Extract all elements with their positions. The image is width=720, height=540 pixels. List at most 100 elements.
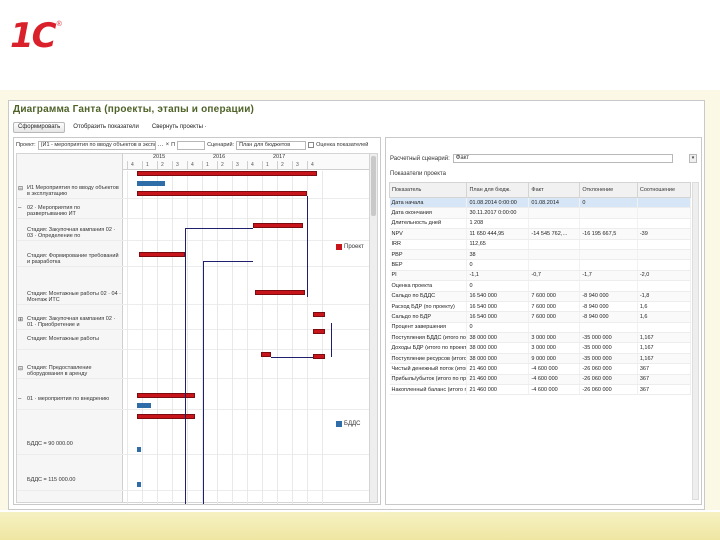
row-expand-toggle[interactable]: ⊞ (18, 316, 23, 323)
gantt-pane: Проект: (И1 - мероприятия по вводу объек… (13, 137, 381, 505)
table-row[interactable]: NPV 11 650 444,95 -14 545 762,… -16 195 667… (389, 228, 692, 240)
gantt-row-label[interactable]: И1 Мероприятия по вводу объектов в экспл… (27, 185, 121, 197)
table-cell: -0,7 (528, 270, 581, 282)
grid-line (232, 171, 233, 504)
calc-scenario-dropdown[interactable]: ▾ (689, 154, 697, 163)
gantt-bar[interactable] (137, 171, 317, 176)
table-row[interactable]: PBP 38 (389, 249, 692, 261)
table-row[interactable]: Процент завершения 0 (389, 322, 692, 334)
table-row[interactable]: Чистый денежный поток (итого…21 460 000-… (389, 363, 692, 375)
gantt-scrollbar[interactable] (369, 154, 377, 502)
table-cell: Сальдо по БДР (389, 311, 468, 323)
table-cell: -4 600 000 (528, 374, 581, 386)
collapse-projects-button[interactable]: Свернуть проекты · (147, 122, 212, 133)
project-field[interactable]: (И1 - мероприятия по вводу объектов в эк… (37, 140, 156, 150)
table-cell: NPV (389, 228, 468, 240)
scenario-label: Сценарий: (207, 142, 235, 148)
gantt-bar[interactable] (313, 329, 325, 334)
period-field[interactable] (177, 140, 206, 150)
table-row[interactable]: PI -1,1 -0,7 -1,7 -2,0 (389, 270, 692, 282)
gantt-bar[interactable] (261, 352, 271, 357)
bdds-bar[interactable] (137, 403, 151, 408)
gantt-row-label[interactable]: Стадия: Формирование требований и разраб… (27, 253, 121, 265)
gantt-bar[interactable] (313, 312, 325, 317)
gantt-bar[interactable] (137, 414, 195, 419)
scenario-field[interactable]: План для бюджетов (236, 140, 307, 150)
gantt-row-label[interactable]: БДДС = 115 000.00 (27, 477, 121, 483)
column-header[interactable]: Показатель (388, 182, 468, 198)
timeline-quarter: 2 (281, 162, 284, 168)
gantt-bar[interactable] (255, 290, 305, 295)
table-row[interactable]: Доходы БДР (итого по проекту) 38 000 000 3… (389, 342, 692, 354)
table-cell: 16 540 000 (466, 311, 530, 323)
row-expand-toggle[interactable]: ⊟ (18, 185, 23, 192)
bdds-bar[interactable] (151, 181, 165, 186)
column-header[interactable]: Отклонение (579, 182, 638, 198)
gantt-row-label[interactable]: Стадия: Предоставление оборудования в ар… (27, 365, 121, 377)
table-cell: -39 (637, 228, 692, 240)
gantt-bar[interactable] (137, 393, 195, 398)
evaluation-checkbox[interactable] (308, 142, 315, 148)
table-scrollbar[interactable] (692, 182, 699, 500)
table-row[interactable]: Прибыль/убыток (итого по проек…21 460 00… (389, 374, 692, 386)
row-expand-toggle[interactable]: – (18, 205, 21, 211)
row-expand-toggle[interactable]: ⊟ (18, 365, 23, 372)
table-cell: 9 000 000 (528, 353, 581, 365)
gantt-row-label[interactable]: 02 · Мероприятия по развертыванию ИТ (27, 205, 121, 217)
table-cell: -26 060 000 (579, 374, 638, 386)
column-header[interactable]: План для бюдж. (466, 182, 530, 198)
timeline-divider (142, 161, 143, 170)
table-cell (637, 207, 692, 219)
grid-line (292, 171, 293, 504)
gantt-row-label[interactable]: БДДС = 90 000.00 (27, 441, 121, 447)
gantt-bar[interactable] (313, 354, 325, 359)
table-row[interactable]: Расход БДР (по проекту) 16 540 000 7 600 0… (389, 301, 692, 313)
table-cell (579, 322, 638, 334)
gantt-row-label[interactable]: Стадия: Закупочная кампания 02 · 03 · Оп… (27, 227, 121, 239)
table-row[interactable]: Поступление ресурсов (итого по…38 000 00… (389, 353, 692, 365)
column-header[interactable]: Соотношение (636, 182, 692, 198)
show-indicators-button[interactable]: Отобразить показатели (68, 122, 144, 133)
table-row[interactable]: IRR 112,65 (389, 239, 692, 250)
bdds-bar[interactable] (137, 181, 151, 186)
scroll-thumb[interactable] (371, 156, 376, 216)
table-row[interactable]: Длительность дней 1 208 (389, 218, 692, 230)
timeline-quarter: 1 (266, 162, 269, 168)
table-row[interactable]: BEP 0 (389, 259, 692, 271)
generate-button[interactable]: Сформировать (13, 122, 66, 133)
table-row[interactable]: Накопленный баланс (итого по…21 460 000-… (389, 384, 692, 396)
table-cell: 16 540 000 (466, 301, 530, 313)
table-row[interactable]: Дата окончания 30.11.2017 0:00:00 (389, 207, 692, 219)
table-row[interactable]: Дата начала 01.08.2014 0:00:00 01.08.2014 0 (389, 197, 692, 209)
table-row[interactable]: Сальдо по БДДС 16 540 000 7 600 000 -8 940 … (389, 291, 692, 302)
gantt-row-label[interactable]: Стадия: Монтажные работы 02 · 04 · Монта… (27, 291, 121, 303)
timeline-quarter: 4 (191, 162, 194, 168)
search-icon[interactable]: … (158, 142, 164, 148)
clear-icon[interactable]: × (166, 142, 170, 148)
grid-line (172, 171, 173, 504)
gantt-bar[interactable] (137, 191, 307, 196)
table-row[interactable]: Сальдо по БДР 16 540 000 7 600 000 -8 940 0… (389, 311, 692, 323)
legend-swatch-red (336, 244, 342, 250)
table-cell (528, 280, 581, 292)
bdds-bar[interactable] (137, 447, 141, 452)
dependency-line (185, 228, 253, 229)
dependency-line (203, 261, 204, 504)
table-row[interactable]: Оценка проекта 0 (389, 280, 692, 292)
table-cell (637, 280, 692, 292)
gantt-row-label[interactable]: Стадия: Монтажные работы (27, 336, 121, 342)
table-cell: 7 600 000 (528, 291, 581, 302)
table-row[interactable]: Поступления БДДС (итого по п…38 000 0003… (389, 332, 692, 344)
gantt-bar[interactable] (139, 252, 185, 257)
gantt-bar[interactable] (253, 223, 303, 228)
table-cell: -8 940 000 (579, 311, 638, 323)
gantt-row-label[interactable]: 01 · мероприятия по внедрению (27, 396, 121, 402)
table-cell: 38 000 000 (466, 353, 530, 365)
calc-scenario-field[interactable]: Факт (452, 154, 673, 163)
grid-line (217, 171, 218, 504)
timeline-quarter: 4 (131, 162, 134, 168)
bdds-bar[interactable] (137, 482, 141, 487)
row-expand-toggle[interactable]: – (18, 396, 21, 402)
gantt-row-label[interactable]: Стадия: Закупочная кампания 02 · 01 · Пр… (27, 316, 121, 328)
column-header[interactable]: Факт (528, 182, 581, 198)
